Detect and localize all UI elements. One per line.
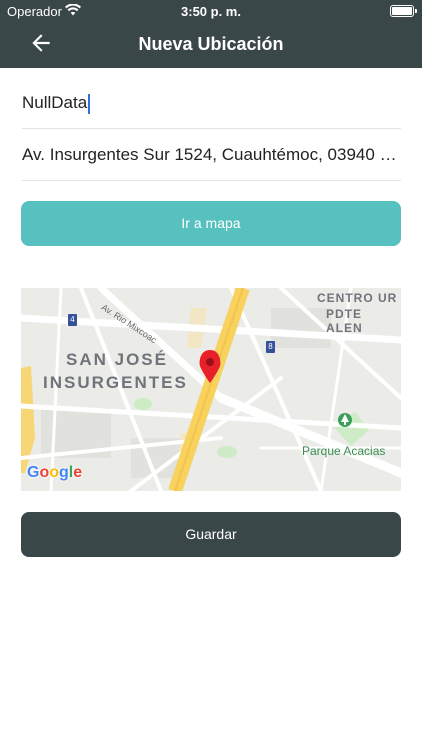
tree-icon (338, 413, 352, 427)
map-label-pdte: PDTE ALEN (326, 307, 363, 335)
app-header: Operador 3:50 p. m. Nueva Ubicación (0, 0, 422, 68)
battery-icon (390, 5, 417, 17)
clock: 3:50 p. m. (181, 4, 241, 19)
text-cursor (88, 93, 91, 114)
google-logo-letter: G (27, 464, 40, 481)
navigation-bar: Nueva Ubicación (0, 22, 422, 68)
google-logo: Google (27, 464, 82, 482)
google-logo-letter: o (49, 464, 60, 481)
map-label-san-jose: SAN JOSÉ (66, 350, 168, 369)
google-logo-letter: o (39, 464, 50, 481)
address-value: Av. Insurgentes Sur 1524, Cuauhtémoc, 03… (22, 145, 401, 164)
save-button[interactable]: Guardar (21, 512, 401, 557)
google-logo-letter: e (73, 464, 83, 481)
map-label-parque-acacias: Parque Acacias (302, 444, 386, 458)
location-name-value: NullData (22, 93, 88, 112)
map-label-centro: CENTRO UR (317, 291, 398, 305)
go-to-map-button[interactable]: Ir a mapa (21, 201, 401, 246)
page-title: Nueva Ubicación (138, 34, 284, 54)
route-shield-8: 8 (266, 341, 275, 353)
map-label-insurgentes: INSURGENTES (43, 373, 188, 392)
status-bar: Operador 3:50 p. m. (0, 0, 422, 22)
google-logo-letter: g (59, 464, 69, 481)
map-preview[interactable]: CENTRO UR PDTE ALEN Av. Rio Mixcoac SAN … (21, 288, 401, 491)
location-name-input[interactable]: NullData (22, 77, 401, 129)
route-shield-4: 4 (68, 314, 77, 326)
address-input[interactable]: Av. Insurgentes Sur 1524, Cuauhtémoc, 03… (22, 129, 401, 181)
